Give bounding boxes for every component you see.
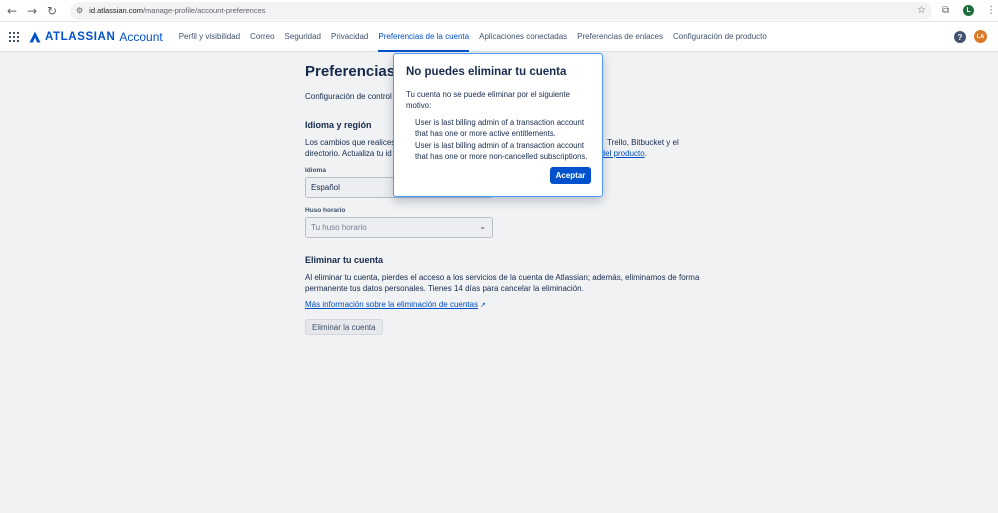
top-navigation: ATLASSIAN Account Perfil y visibilidad Co…: [0, 22, 998, 52]
extensions-icon[interactable]: ⧉: [942, 5, 949, 16]
dialog-body: Tu cuenta no se puede eliminar por el si…: [406, 90, 570, 110]
avatar[interactable]: LA: [974, 30, 987, 43]
star-icon[interactable]: ☆: [917, 5, 926, 16]
nav-tab-1[interactable]: Correo: [245, 22, 279, 52]
logo-text: ATLASSIAN: [45, 30, 116, 43]
help-icon[interactable]: ?: [954, 31, 966, 43]
accept-button[interactable]: Aceptar: [550, 167, 591, 184]
app-switcher-icon[interactable]: [9, 31, 19, 42]
reason-item: User is last billing admin of a transact…: [415, 118, 585, 138]
site-settings-icon[interactable]: ⚙: [76, 6, 83, 15]
back-arrow-icon[interactable]: ←: [2, 1, 22, 21]
nav-tab-5[interactable]: Aplicaciones conectadas: [474, 22, 572, 52]
nav-tab-2[interactable]: Seguridad: [280, 22, 326, 52]
browser-toolbar: ← → ↻ ⚙ id.atlassian.com/manage-profile/…: [0, 0, 998, 22]
nav-tab-0[interactable]: Perfil y visibilidad: [174, 22, 245, 52]
nav-tab-3[interactable]: Privacidad: [326, 22, 373, 52]
atlassian-account-logo[interactable]: ATLASSIAN Account: [29, 30, 163, 44]
reason-list: User is last billing admin of a transact…: [406, 118, 590, 162]
url-host: id.atlassian.com: [89, 6, 143, 15]
atlassian-logo-icon: [29, 31, 41, 42]
cannot-delete-dialog: No puedes eliminar tu cuenta Tu cuenta n…: [393, 53, 603, 197]
forward-arrow-icon[interactable]: →: [22, 1, 42, 21]
reason-item: User is last billing admin of a transact…: [415, 141, 588, 161]
nav-tabs: Perfil y visibilidad Correo Seguridad Priva…: [174, 22, 772, 52]
url-path: /manage-profile/account-preferences: [142, 6, 266, 15]
dialog-title: No puedes eliminar tu cuenta: [406, 66, 567, 78]
nav-tab-4[interactable]: Preferencias de la cuenta: [373, 22, 474, 52]
reload-icon[interactable]: ↻: [42, 1, 62, 21]
nav-tab-6[interactable]: Preferencias de enlaces: [572, 22, 668, 52]
more-icon[interactable]: ⋮: [986, 5, 996, 16]
nav-tab-7[interactable]: Configuración de producto: [668, 22, 772, 52]
browser-profile-avatar[interactable]: L: [963, 5, 975, 16]
logo-subtitle: Account: [119, 29, 163, 44]
address-bar[interactable]: ⚙ id.atlassian.com/manage-profile/accoun…: [70, 1, 932, 20]
